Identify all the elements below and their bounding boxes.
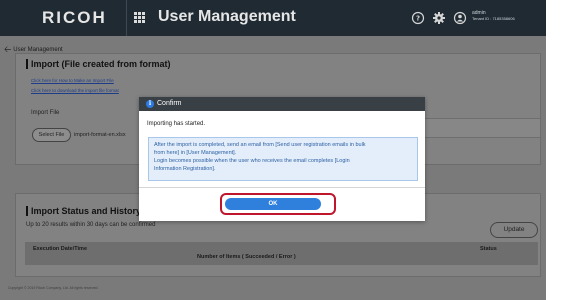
status-section-title: Import Status and History xyxy=(26,206,141,216)
svg-text:?: ? xyxy=(416,15,420,23)
ricoh-logo: RICOH xyxy=(42,8,107,27)
import-file-label: Import File xyxy=(31,110,60,116)
tenant-id: Tenant ID : 7185358606 xyxy=(472,16,515,21)
page-title: User Management xyxy=(158,8,296,25)
note-line: Information Registration]. xyxy=(154,166,216,172)
dialog-divider xyxy=(139,187,425,188)
dialog-message: Importing has started. xyxy=(147,121,206,127)
dialog-title: Confirm xyxy=(157,100,182,107)
download-format-link[interactable]: Click here to download the import file f… xyxy=(31,88,119,93)
note-line: Login becomes possible when the user who… xyxy=(154,158,350,164)
app-header: RICOH User Management ? admin Tenant ID … xyxy=(0,0,546,36)
user-icon[interactable] xyxy=(453,11,467,25)
app-window: RICOH User Management ? admin Tenant ID … xyxy=(0,0,546,300)
history-table-header: Execution Date/Time Number of Items ( Su… xyxy=(25,242,538,265)
select-file-button[interactable]: Select File xyxy=(32,128,71,142)
col-execution-date: Execution Date/Time xyxy=(33,246,87,252)
header-divider xyxy=(126,0,127,36)
user-info[interactable]: admin Tenant ID : 7185358606 xyxy=(472,10,515,22)
import-section-title: Import (File created from format) xyxy=(26,59,171,69)
import-area-strip xyxy=(421,118,541,138)
info-icon: i xyxy=(146,100,154,108)
help-icon[interactable]: ? xyxy=(411,11,425,25)
col-number-of-items: Number of Items ( Succeeded / Error ) xyxy=(197,254,296,260)
footer-copyright: Copyright © 2019 Ricoh Company, Ltd. All… xyxy=(8,286,99,290)
selected-file-name: import-format-en.xlsx xyxy=(74,132,126,138)
gear-icon[interactable] xyxy=(432,11,446,25)
dialog-title-bar: i Confirm xyxy=(139,97,425,111)
ok-button-highlight xyxy=(220,193,336,215)
how-to-link[interactable]: Click here for How to Make an Import Fil… xyxy=(31,78,114,83)
back-arrow-icon[interactable]: 🡠 xyxy=(4,44,11,54)
col-status: Status xyxy=(480,246,497,252)
status-note: Up to 20 results within 30 days can be c… xyxy=(26,222,156,228)
app-menu-grid-icon[interactable] xyxy=(134,12,146,24)
note-line: After the import is completed, send an e… xyxy=(154,142,366,148)
dialog-note-box: After the import is completed, send an e… xyxy=(148,137,418,181)
dialog-note: After the import is completed, send an e… xyxy=(154,141,412,173)
note-line: from here] in [User Management]. xyxy=(154,150,237,156)
update-button[interactable]: Update xyxy=(490,222,538,238)
